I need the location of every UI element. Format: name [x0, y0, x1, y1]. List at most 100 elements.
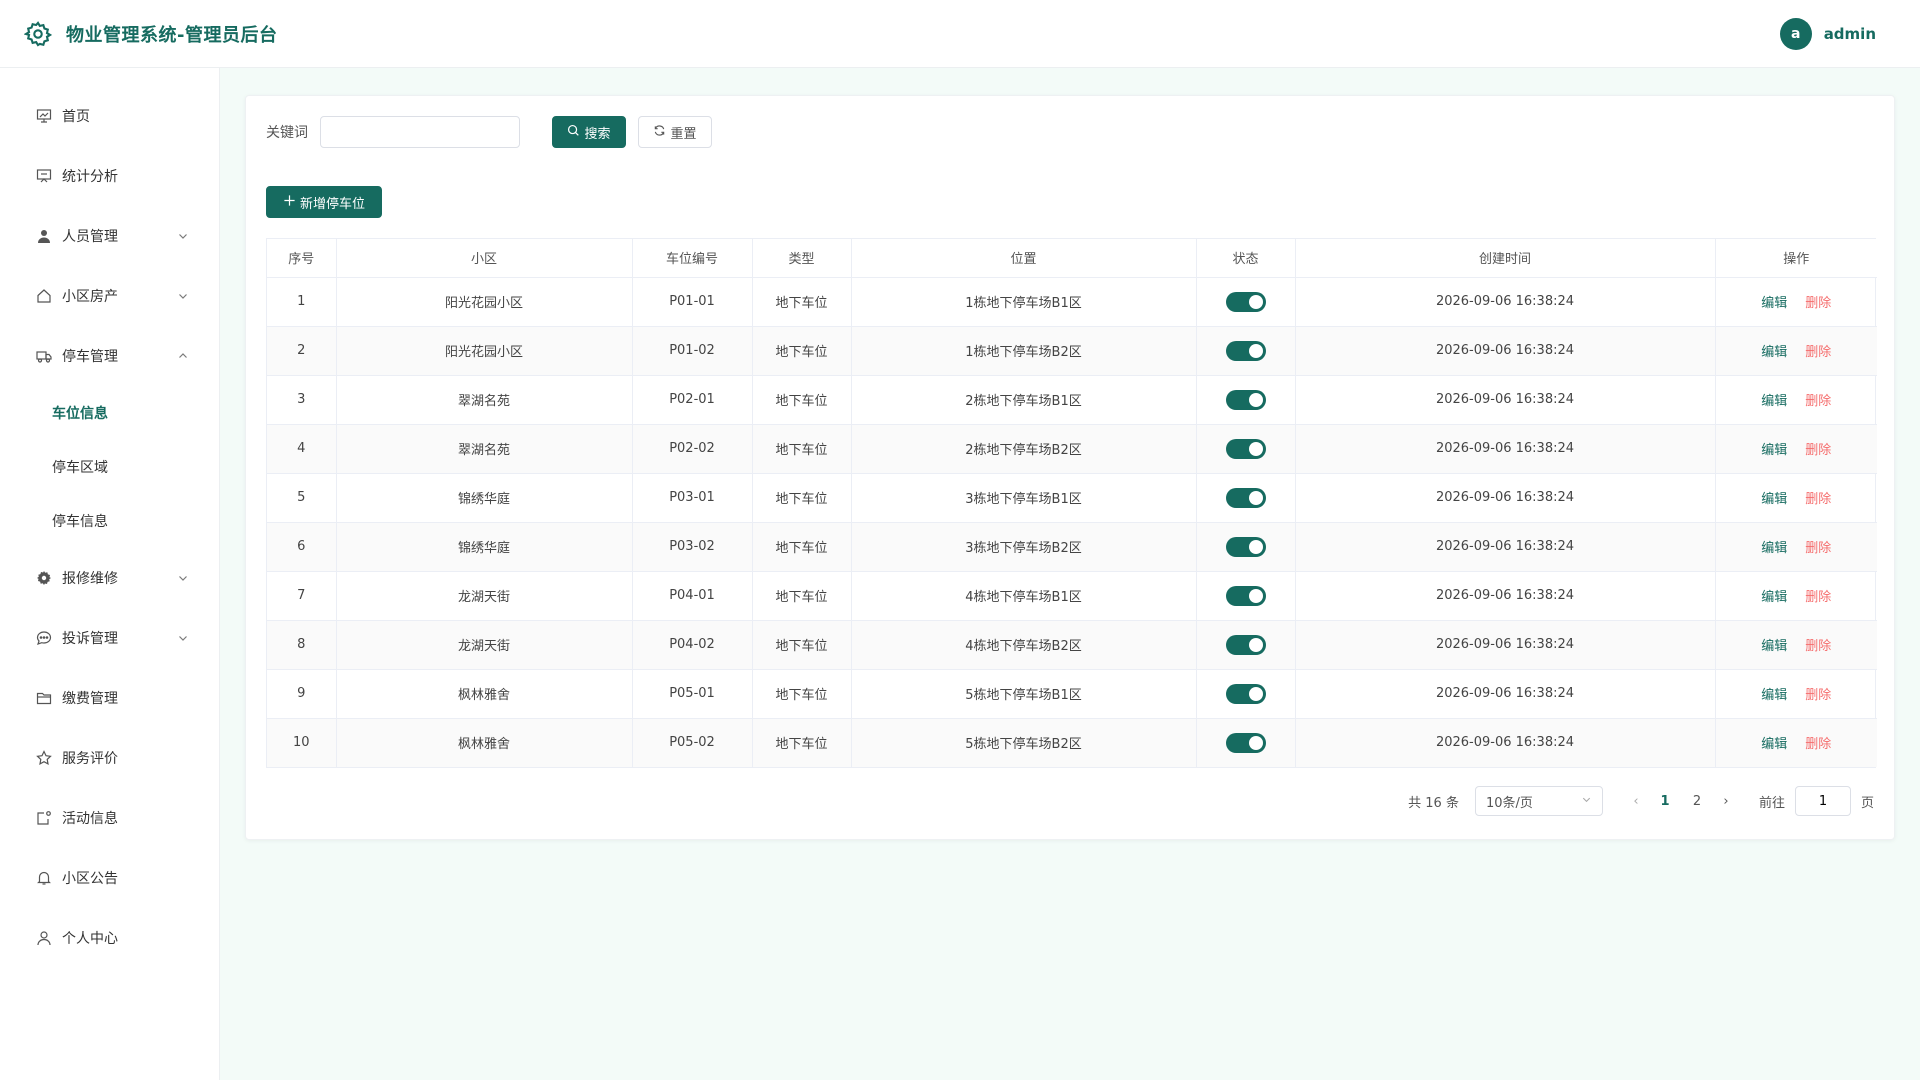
page-number[interactable]: 1	[1649, 794, 1681, 809]
keyword-input[interactable]	[320, 116, 520, 148]
cell-actions: 编辑 删除	[1715, 473, 1877, 523]
status-toggle[interactable]	[1225, 291, 1266, 312]
sidebar-item-complaints[interactable]: 投诉管理	[0, 608, 219, 668]
page-number[interactable]: 2	[1681, 794, 1713, 809]
cell-community: 龙湖天街	[336, 571, 633, 621]
sidebar-item-home[interactable]: 首页	[0, 86, 219, 146]
status-toggle[interactable]	[1225, 438, 1266, 459]
delete-link[interactable]: 删除	[1805, 443, 1831, 458]
delete-link[interactable]: 删除	[1805, 296, 1831, 311]
delete-link[interactable]: 删除	[1805, 345, 1831, 360]
delete-link[interactable]: 删除	[1805, 590, 1831, 605]
cell-no: 3	[267, 375, 337, 425]
table-row: 8 龙湖天街 P04-02 地下车位 4栋地下停车场B2区 2026-09-06…	[267, 620, 1877, 670]
prev-page-icon[interactable]: ‹	[1623, 794, 1649, 809]
status-toggle[interactable]	[1225, 340, 1266, 361]
cell-status	[1196, 718, 1296, 767]
sidebar-item-activities[interactable]: 活动信息	[0, 788, 219, 848]
search-button[interactable]: 搜索	[552, 116, 626, 148]
cell-code: P01-02	[632, 326, 753, 376]
cell-code: P04-02	[632, 620, 753, 670]
sidebar-item-profile[interactable]: 个人中心	[0, 908, 219, 968]
page-unit-label: 页	[1860, 795, 1874, 811]
sidebar-subitem-parking-info[interactable]: 停车信息	[0, 494, 219, 548]
toggle-knob	[1248, 392, 1263, 407]
sidebar-subitem-parking-areas[interactable]: 停车区域	[0, 440, 219, 494]
cell-no: 8	[267, 620, 337, 670]
edit-link[interactable]: 编辑	[1761, 639, 1787, 654]
sidebar-item-label: 人员管理	[62, 229, 118, 245]
status-toggle[interactable]	[1225, 585, 1266, 606]
status-toggle[interactable]	[1225, 536, 1266, 557]
chart-board-icon	[36, 108, 52, 124]
add-parking-space-button[interactable]: 新增停车位	[266, 186, 382, 218]
sidebar-item-announcements[interactable]: 小区公告	[0, 848, 219, 908]
status-toggle[interactable]	[1225, 683, 1266, 704]
page-size-select[interactable]: 10条/页	[1474, 786, 1603, 816]
folder-icon	[36, 690, 52, 706]
status-toggle[interactable]	[1225, 732, 1266, 753]
user-menu[interactable]: a admin	[1779, 17, 1876, 50]
cell-community: 锦绣华庭	[336, 522, 633, 572]
edit-link[interactable]: 编辑	[1761, 688, 1787, 703]
sidebar-item-personnel[interactable]: 人员管理	[0, 206, 219, 266]
sidebar-item-label: 小区房产	[62, 289, 118, 305]
cell-location: 5栋地下停车场B1区	[851, 669, 1197, 719]
cell-community: 枫林雅舍	[336, 669, 633, 719]
delete-link[interactable]: 删除	[1805, 688, 1831, 703]
delete-link[interactable]: 删除	[1805, 394, 1831, 409]
edit-link[interactable]: 编辑	[1761, 590, 1787, 605]
chevron-down-icon	[177, 632, 189, 644]
edit-link[interactable]: 编辑	[1761, 737, 1787, 752]
cell-community: 锦绣华庭	[336, 473, 633, 523]
gear-icon	[36, 570, 52, 586]
sidebar-item-label: 停车管理	[62, 349, 118, 365]
table-row: 9 枫林雅舍 P05-01 地下车位 5栋地下停车场B1区 2026-09-06…	[267, 669, 1877, 719]
edit-link[interactable]: 编辑	[1761, 443, 1787, 458]
refresh-icon	[653, 124, 666, 141]
edit-link[interactable]: 编辑	[1761, 541, 1787, 556]
cell-no: 4	[267, 424, 337, 474]
sidebar-item-payments[interactable]: 缴费管理	[0, 668, 219, 728]
sidebar-subitem-parking-spaces[interactable]: 车位信息	[0, 386, 219, 440]
cell-no: 1	[267, 277, 337, 327]
sidebar-item-parking[interactable]: 停车管理	[0, 326, 219, 386]
main-content: 关键词 搜索 重置 新增停车位 序号 小区 车位编号 类型 位置 状态 创建时间…	[220, 68, 1920, 1080]
sidebar-item-reviews[interactable]: 服务评价	[0, 728, 219, 788]
cell-status	[1196, 375, 1296, 425]
table-row: 1 阳光花园小区 P01-01 地下车位 1栋地下停车场B1区 2026-09-…	[267, 277, 1877, 327]
toggle-knob	[1248, 588, 1263, 603]
delete-link[interactable]: 删除	[1805, 639, 1831, 654]
avatar[interactable]: a	[1779, 17, 1812, 50]
cell-actions: 编辑 删除	[1715, 277, 1877, 327]
status-toggle[interactable]	[1225, 634, 1266, 655]
column-header: 车位编号	[632, 239, 753, 278]
pagination: 共 16 条 10条/页 ‹ 1 2 › 前往 页	[1408, 786, 1874, 816]
edit-link[interactable]: 编辑	[1761, 345, 1787, 360]
sidebar-item-statistics[interactable]: 统计分析	[0, 146, 219, 206]
edit-link[interactable]: 编辑	[1761, 492, 1787, 507]
status-toggle[interactable]	[1225, 389, 1266, 410]
cell-community: 翠湖名苑	[336, 424, 633, 474]
goto-page-input[interactable]	[1794, 786, 1851, 816]
sidebar-item-label: 缴费管理	[62, 691, 118, 707]
sidebar-item-repair[interactable]: 报修维修	[0, 548, 219, 608]
next-page-icon[interactable]: ›	[1713, 794, 1739, 809]
star-icon	[36, 750, 52, 766]
delete-link[interactable]: 删除	[1805, 541, 1831, 556]
sidebar-item-property[interactable]: 小区房产	[0, 266, 219, 326]
username[interactable]: admin	[1824, 25, 1876, 43]
cell-code: P05-02	[632, 718, 753, 767]
cell-status	[1196, 620, 1296, 670]
delete-link[interactable]: 删除	[1805, 737, 1831, 752]
cell-status	[1196, 522, 1296, 572]
cell-actions: 编辑 删除	[1715, 620, 1877, 670]
sidebar: 首页 统计分析 人员管理 小区房产 停车管理 车位信息 停车区域 停车信息 报修…	[0, 68, 220, 1080]
edit-link[interactable]: 编辑	[1761, 296, 1787, 311]
chat-icon	[36, 630, 52, 646]
keyword-label: 关键词	[266, 125, 308, 141]
reset-button[interactable]: 重置	[638, 116, 712, 148]
status-toggle[interactable]	[1225, 487, 1266, 508]
edit-link[interactable]: 编辑	[1761, 394, 1787, 409]
delete-link[interactable]: 删除	[1805, 492, 1831, 507]
